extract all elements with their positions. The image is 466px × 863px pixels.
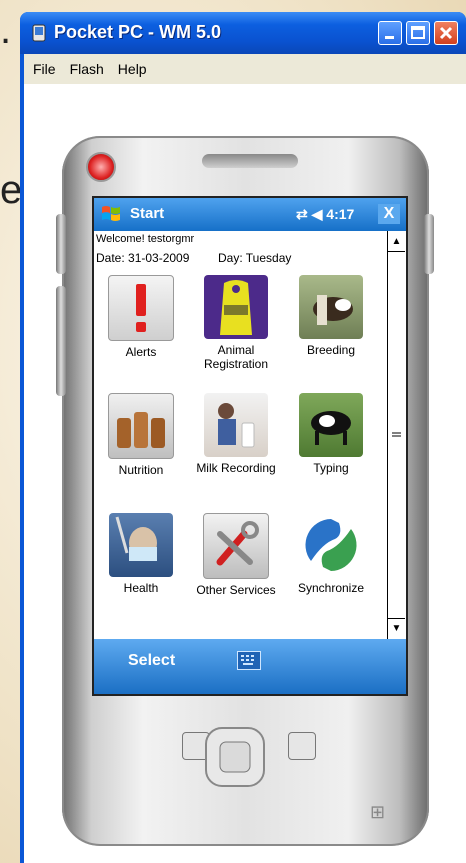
window-client-area: Start ⇄ ◀ 4:17 X Welcome! testorgmr Date… (24, 84, 466, 863)
wm-title-bar: Start ⇄ ◀ 4:17 X (94, 198, 406, 231)
menu-item-synchronize[interactable]: Synchronize (286, 513, 376, 595)
side-volume-left[interactable] (56, 286, 66, 396)
window-title: Pocket PC - WM 5.0 (54, 22, 222, 42)
status-indicators[interactable]: ⇄ ◀ 4:17 (296, 206, 354, 223)
welcome-text: Welcome! testorgmr (96, 233, 195, 245)
menu-flash[interactable]: Flash (65, 61, 109, 77)
menu-item-typing[interactable]: Typing (286, 393, 376, 475)
icon-label: Milk Recording (196, 461, 276, 475)
menu-item-milk-recording[interactable]: Milk Recording (191, 393, 281, 475)
date-text: Date: 31-03-2009 (96, 251, 190, 265)
screen-close-button[interactable]: X (378, 204, 400, 224)
icon-label: Breeding (306, 343, 356, 357)
minimize-icon (385, 36, 394, 39)
device-screen: Start ⇄ ◀ 4:17 X Welcome! testorgmr Date… (92, 196, 408, 696)
health-icon (109, 513, 173, 577)
power-button[interactable] (86, 152, 116, 182)
minimize-button[interactable] (378, 21, 402, 45)
icon-label: Nutrition (118, 463, 164, 477)
main-content: Welcome! testorgmr Date: 31-03-2009 Day:… (94, 231, 387, 639)
close-button[interactable] (434, 21, 458, 45)
alert-icon (108, 275, 174, 341)
menu-item-alerts[interactable]: Alerts (96, 275, 186, 359)
slide-text-fragment-top: . (0, 8, 12, 52)
icon-label: Health (123, 581, 159, 595)
icon-label: Typing (313, 461, 349, 475)
day-text: Day: Tuesday (218, 251, 292, 265)
menu-item-animal-registration[interactable]: Animal Registration (191, 275, 281, 371)
ear-tag-icon (204, 275, 268, 339)
icon-label: Other Services (196, 583, 276, 597)
pocket-pc-icon (32, 24, 46, 42)
close-icon (439, 26, 453, 40)
sync-icon (299, 513, 363, 577)
scroll-down-arrow-icon[interactable]: ▼ (388, 620, 405, 637)
nutrition-icon (108, 393, 174, 459)
cow-icon (299, 393, 363, 457)
title-bar[interactable]: Pocket PC - WM 5.0 (20, 12, 466, 54)
select-softkey[interactable]: Select (128, 652, 175, 670)
speaker-grille (202, 154, 298, 168)
icon-label: Alerts (125, 345, 157, 359)
menu-item-breeding[interactable]: Breeding (286, 275, 376, 357)
softkey-bar: Select (94, 639, 406, 694)
scroll-thumb[interactable] (388, 251, 405, 619)
icon-label: Synchronize (297, 581, 365, 595)
vertical-scrollbar[interactable]: ▲ ▼ (387, 231, 405, 639)
side-button-left[interactable] (56, 214, 66, 274)
side-button-right[interactable] (424, 214, 434, 274)
menu-item-nutrition[interactable]: Nutrition (96, 393, 186, 477)
menu-help[interactable]: Help (113, 61, 152, 77)
windows-logo-icon: ⊞ (370, 802, 386, 822)
milk-recording-icon (204, 393, 268, 457)
menu-item-health[interactable]: Health (96, 513, 186, 595)
slide-text-fragment-mid: e (0, 168, 23, 212)
maximize-button[interactable] (406, 21, 430, 45)
menu-item-other-services[interactable]: Other Services (191, 513, 281, 597)
dpad-icon[interactable] (172, 726, 298, 806)
windows-flag-icon[interactable] (100, 203, 122, 225)
keyboard-icon[interactable] (237, 651, 261, 670)
menu-file[interactable]: File (28, 61, 61, 77)
maximize-icon (411, 26, 425, 39)
start-menu-label[interactable]: Start (130, 205, 164, 222)
tools-icon (203, 513, 269, 579)
menu-bar: File Flash Help (24, 54, 466, 84)
grip-icon (392, 432, 401, 437)
icon-label: Animal Registration (203, 343, 269, 371)
emulator-window: Pocket PC - WM 5.0 File Flash Help Start… (20, 12, 466, 863)
scroll-up-arrow-icon[interactable]: ▲ (388, 233, 405, 250)
breeding-icon (299, 275, 363, 339)
